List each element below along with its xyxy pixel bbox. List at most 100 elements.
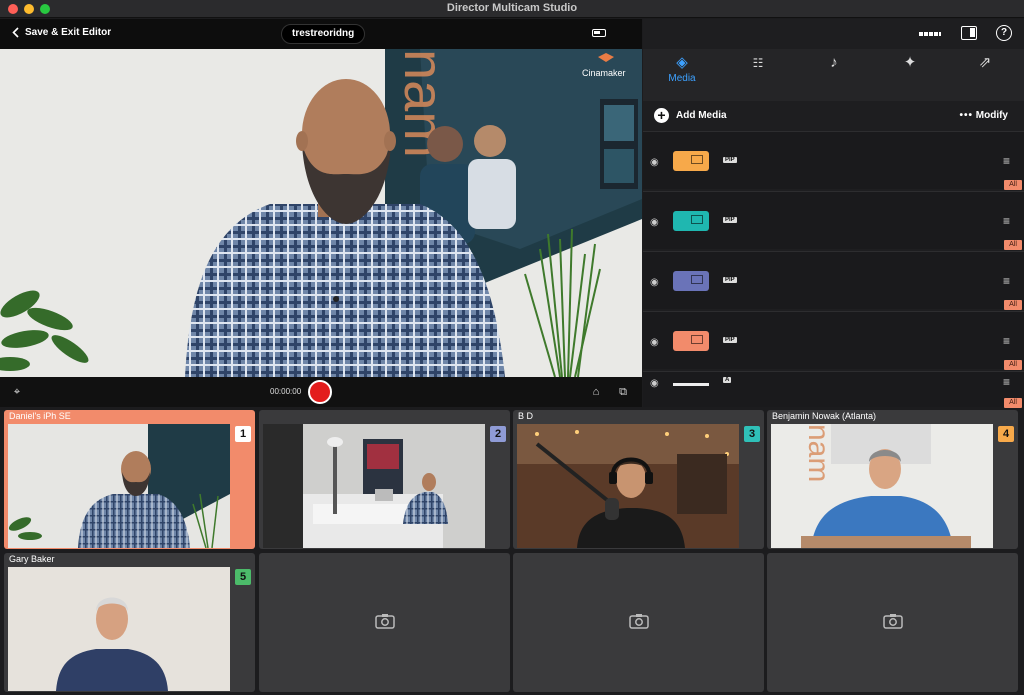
- tab-share[interactable]: ⇗: [955, 53, 1015, 97]
- pip-tag[interactable]: PIP: [723, 337, 737, 343]
- window-title: Director Multicam Studio: [446, 2, 578, 14]
- scope-badge[interactable]: All: [1004, 180, 1022, 190]
- visibility-icon[interactable]: ◉: [650, 277, 659, 288]
- tab-adjust[interactable]: ☷: [728, 53, 788, 97]
- snapshot-icon[interactable]: ⌂: [589, 385, 603, 399]
- media-thumbnail[interactable]: [673, 151, 709, 171]
- drag-handle-icon[interactable]: ≡: [1003, 154, 1010, 168]
- media-row[interactable]: ◉ A ≡ All: [643, 371, 1024, 408]
- camera-number: 5: [235, 569, 251, 585]
- more-dots-icon: •••: [959, 110, 973, 121]
- battery-icon: [592, 29, 606, 37]
- scope-badge[interactable]: All: [1004, 398, 1022, 408]
- camera-name: Benjamin Nowak (Atlanta): [772, 411, 877, 421]
- media-row[interactable]: ◉ PIP ≡ All: [643, 131, 1024, 190]
- visibility-icon[interactable]: ◉: [650, 378, 659, 389]
- empty-camera-slot[interactable]: [513, 553, 764, 692]
- layout-icon[interactable]: [961, 26, 977, 40]
- camera-tile[interactable]: Daniel's iPh SE 1: [4, 410, 255, 549]
- camera-name: Gary Baker: [9, 554, 55, 564]
- layers-icon: ◈: [676, 54, 688, 71]
- record-timecode: 00:00:00: [270, 387, 302, 396]
- project-name[interactable]: trestreoridng: [281, 24, 366, 44]
- panel-toolbar: ?: [643, 19, 1024, 49]
- share-icon: ⇗: [978, 54, 992, 71]
- tab-media[interactable]: ◈ Media: [652, 53, 712, 97]
- visibility-icon[interactable]: ◉: [650, 337, 659, 348]
- camera-number: 4: [998, 426, 1014, 442]
- camera-feed-illustration: [517, 424, 739, 548]
- camera-feed: [517, 424, 739, 548]
- camera-feed: [8, 424, 230, 548]
- pip-tag[interactable]: PIP: [723, 217, 737, 223]
- music-note-icon: ♪: [830, 54, 838, 71]
- camera-feed-illustration: nam: [771, 424, 993, 548]
- camera-feed: [8, 567, 230, 691]
- tab-media-label: Media: [668, 73, 696, 84]
- modify-button[interactable]: ••• Modify: [959, 110, 1008, 121]
- drag-handle-icon[interactable]: ≡: [1003, 214, 1010, 228]
- camera-feed: [263, 424, 485, 548]
- media-thumbnail[interactable]: [673, 331, 709, 351]
- preview-toolbar: Save & Exit Editor trestreoridng: [0, 19, 642, 49]
- tab-audio[interactable]: ♪: [804, 53, 864, 97]
- magic-wand-icon: ✦: [903, 54, 917, 71]
- focus-icon[interactable]: ⌖: [10, 385, 24, 399]
- empty-camera-slot[interactable]: [259, 553, 510, 692]
- help-icon[interactable]: ?: [996, 25, 1012, 41]
- camera-number: 2: [490, 426, 506, 442]
- drag-handle-icon[interactable]: ≡: [1003, 375, 1010, 389]
- drag-handle-icon[interactable]: ≡: [1003, 274, 1010, 288]
- title-bar: Director Multicam Studio: [0, 0, 1024, 18]
- preview-scene-illustration: nam Cinamaker: [0, 49, 642, 377]
- camera-icon: [629, 613, 649, 631]
- add-media-icon[interactable]: +: [654, 108, 669, 123]
- visibility-icon[interactable]: ◉: [650, 217, 659, 228]
- media-row[interactable]: ◉ PIP ≡ All: [643, 191, 1024, 250]
- camera-tile[interactable]: 2: [259, 410, 510, 549]
- save-exit-label: Save & Exit Editor: [25, 27, 112, 38]
- scope-badge[interactable]: All: [1004, 240, 1022, 250]
- preview-controls: ⌖ 00:00:00 ⌂ ⧉: [0, 377, 642, 407]
- media-actions: + Add Media ••• Modify: [643, 101, 1024, 131]
- camera-feed-illustration: [263, 424, 485, 548]
- signal-bars-icon[interactable]: [919, 32, 941, 36]
- media-row[interactable]: ◉ PIP ≡ All: [643, 251, 1024, 310]
- media-panel: ? ◈ Media ☷ ♪ ✦ ⇗ + Add Media ••• Modify…: [643, 19, 1024, 408]
- program-preview: Save & Exit Editor trestreoridng nam Cin…: [0, 19, 642, 407]
- drag-handle-icon[interactable]: ≡: [1003, 334, 1010, 348]
- camera-feed-illustration: [8, 424, 230, 548]
- media-row[interactable]: ◉ PIP ≡ All: [643, 311, 1024, 370]
- svg-text:nam: nam: [802, 424, 835, 482]
- camera-feed-illustration: [8, 567, 230, 691]
- visibility-icon[interactable]: ◉: [650, 157, 659, 168]
- camera-name: Daniel's iPh SE: [9, 411, 71, 421]
- camera-name: B D: [518, 411, 534, 421]
- camera-tile[interactable]: B D 3: [513, 410, 764, 549]
- add-media-button[interactable]: Add Media: [676, 110, 727, 121]
- camera-tile[interactable]: Benjamin Nowak (Atlanta) nam 4: [767, 410, 1018, 549]
- camera-feed: nam: [771, 424, 993, 548]
- camera-number: 1: [235, 426, 251, 442]
- lower-third-thumbnail[interactable]: [673, 383, 709, 386]
- camera-icon: [375, 613, 395, 631]
- camera-number: 3: [744, 426, 760, 442]
- camera-tile[interactable]: Gary Baker 5: [4, 553, 255, 692]
- media-thumbnail[interactable]: [673, 211, 709, 231]
- scope-badge[interactable]: All: [1004, 300, 1022, 310]
- modify-label: Modify: [975, 110, 1008, 121]
- pip-tag[interactable]: PIP: [723, 277, 737, 283]
- preview-video: nam Cinamaker: [0, 49, 642, 377]
- media-thumbnail[interactable]: [673, 271, 709, 291]
- panel-tabs: ◈ Media ☷ ♪ ✦ ⇗: [643, 49, 1024, 101]
- tab-effects[interactable]: ✦: [880, 53, 940, 97]
- pip-tag[interactable]: PIP: [723, 157, 737, 163]
- text-tag[interactable]: A: [723, 377, 732, 383]
- replay-icon[interactable]: ⧉: [616, 385, 630, 399]
- save-exit-button[interactable]: Save & Exit Editor: [12, 27, 111, 38]
- chevron-left-icon: [12, 27, 19, 38]
- sliders-icon: ☷: [752, 56, 764, 70]
- scope-badge[interactable]: All: [1004, 360, 1022, 370]
- empty-camera-slot[interactable]: [767, 553, 1018, 692]
- record-button[interactable]: [308, 380, 332, 404]
